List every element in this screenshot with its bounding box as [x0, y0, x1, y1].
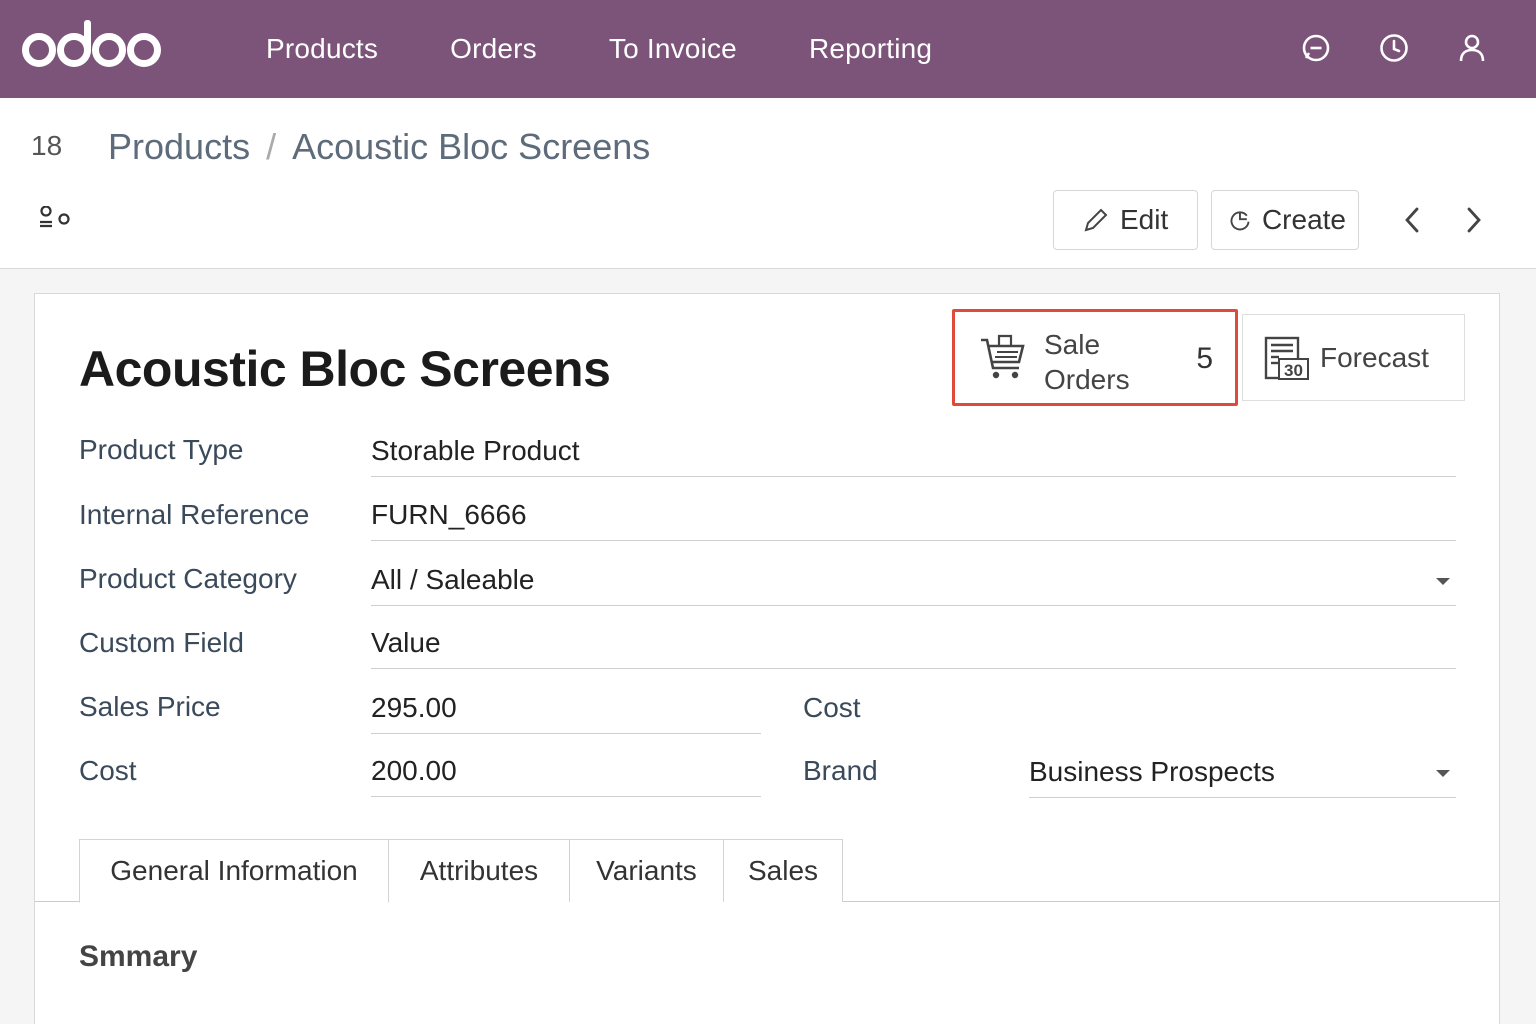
brand-select[interactable]: Business Prospects — [1029, 750, 1456, 798]
product-type-field[interactable]: Storable Product — [371, 429, 1456, 477]
section-heading: Smmary — [79, 940, 198, 973]
forecast-smart-button[interactable]: 30 Forecast — [1242, 314, 1465, 401]
cost-label: Cost — [79, 755, 137, 786]
sale-orders-count: 5 — [1196, 342, 1213, 375]
tab-attributes[interactable]: Attributes — [388, 839, 570, 902]
product-category-select[interactable]: All / Saleable — [371, 558, 1456, 606]
main-menu: Products Orders To Invoice Reporting — [266, 0, 1004, 98]
cost-right-label: Cost — [803, 692, 861, 723]
forecast-label: Forecast — [1320, 342, 1429, 373]
custom-field-label: Custom Field — [79, 627, 244, 658]
calendar-forecast-icon: 30 — [1264, 336, 1309, 380]
sale-orders-smart-button[interactable]: Sale Orders 5 — [952, 309, 1238, 406]
filter-toggle-icon[interactable] — [38, 206, 72, 228]
internal-reference-value: FURN_6666 — [371, 499, 527, 530]
product-name[interactable]: Acoustic Bloc Screens — [79, 340, 611, 398]
breadcrumb-current: Acoustic Bloc Screens — [292, 126, 651, 167]
sales-price-input[interactable]: 295.00 — [371, 686, 761, 734]
product-category-label: Product Category — [79, 563, 297, 594]
create-button-label: Create — [1261, 204, 1346, 235]
tab-variants[interactable]: Variants — [569, 839, 724, 902]
user-icon[interactable] — [1456, 32, 1488, 64]
brand-label: Brand — [803, 755, 878, 786]
edit-button[interactable]: Edit — [1053, 190, 1198, 250]
create-icon — [1230, 211, 1250, 231]
product-category-value: All / Saleable — [371, 564, 535, 595]
product-type-value: Storable Product — [371, 435, 580, 466]
sales-price-value: 295.00 — [371, 692, 457, 723]
product-type-label: Product Type — [79, 434, 244, 465]
cost-input[interactable]: 200.00 — [371, 749, 761, 797]
caret-down-icon — [1436, 770, 1450, 777]
tab-sales[interactable]: Sales — [723, 839, 843, 902]
breadcrumb-separator: / — [266, 126, 277, 167]
pager-next-icon[interactable] — [1458, 202, 1488, 238]
forecast-day-number: 30 — [1284, 361, 1303, 380]
custom-field-value: Value — [371, 627, 441, 658]
sales-price-label: Sales Price — [79, 691, 221, 722]
tab-general-information[interactable]: General Information — [79, 839, 389, 903]
odoo-logo[interactable] — [22, 20, 162, 74]
control-panel: 18 Products / Acoustic Bloc Screens Edit… — [0, 98, 1536, 269]
custom-field-input[interactable]: Value — [371, 621, 1456, 669]
record-count: 18 — [31, 130, 63, 161]
top-navbar: Products Orders To Invoice Reporting — [0, 0, 1536, 98]
menu-to-invoice[interactable]: To Invoice — [609, 33, 737, 65]
shopping-cart-icon — [981, 334, 1025, 379]
sale-orders-label: Sale Orders — [1044, 329, 1130, 395]
cost-value: 200.00 — [371, 755, 457, 786]
menu-orders[interactable]: Orders — [450, 33, 537, 65]
menu-reporting[interactable]: Reporting — [809, 33, 932, 65]
internal-reference-field[interactable]: FURN_6666 — [371, 493, 1456, 541]
edit-button-label: Edit — [1120, 204, 1169, 235]
form-sheet: Acoustic Bloc Screens Sale Orders 5 30 F… — [34, 293, 1500, 1024]
create-button[interactable]: Create — [1211, 190, 1359, 250]
clock-icon[interactable] — [1378, 32, 1410, 64]
menu-products[interactable]: Products — [266, 33, 378, 65]
chat-icon[interactable] — [1300, 32, 1332, 64]
systray — [1300, 32, 1488, 64]
pager-previous-icon[interactable] — [1398, 202, 1428, 238]
brand-value: Business Prospects — [1029, 756, 1275, 787]
pencil-icon — [1084, 208, 1108, 232]
internal-reference-label: Internal Reference — [79, 499, 310, 530]
breadcrumb: Products / Acoustic Bloc Screens — [108, 126, 650, 168]
breadcrumb-products-link[interactable]: Products — [108, 126, 250, 168]
caret-down-icon — [1436, 578, 1450, 585]
notebook-tabs: General Information Attributes Variants … — [35, 839, 1499, 903]
